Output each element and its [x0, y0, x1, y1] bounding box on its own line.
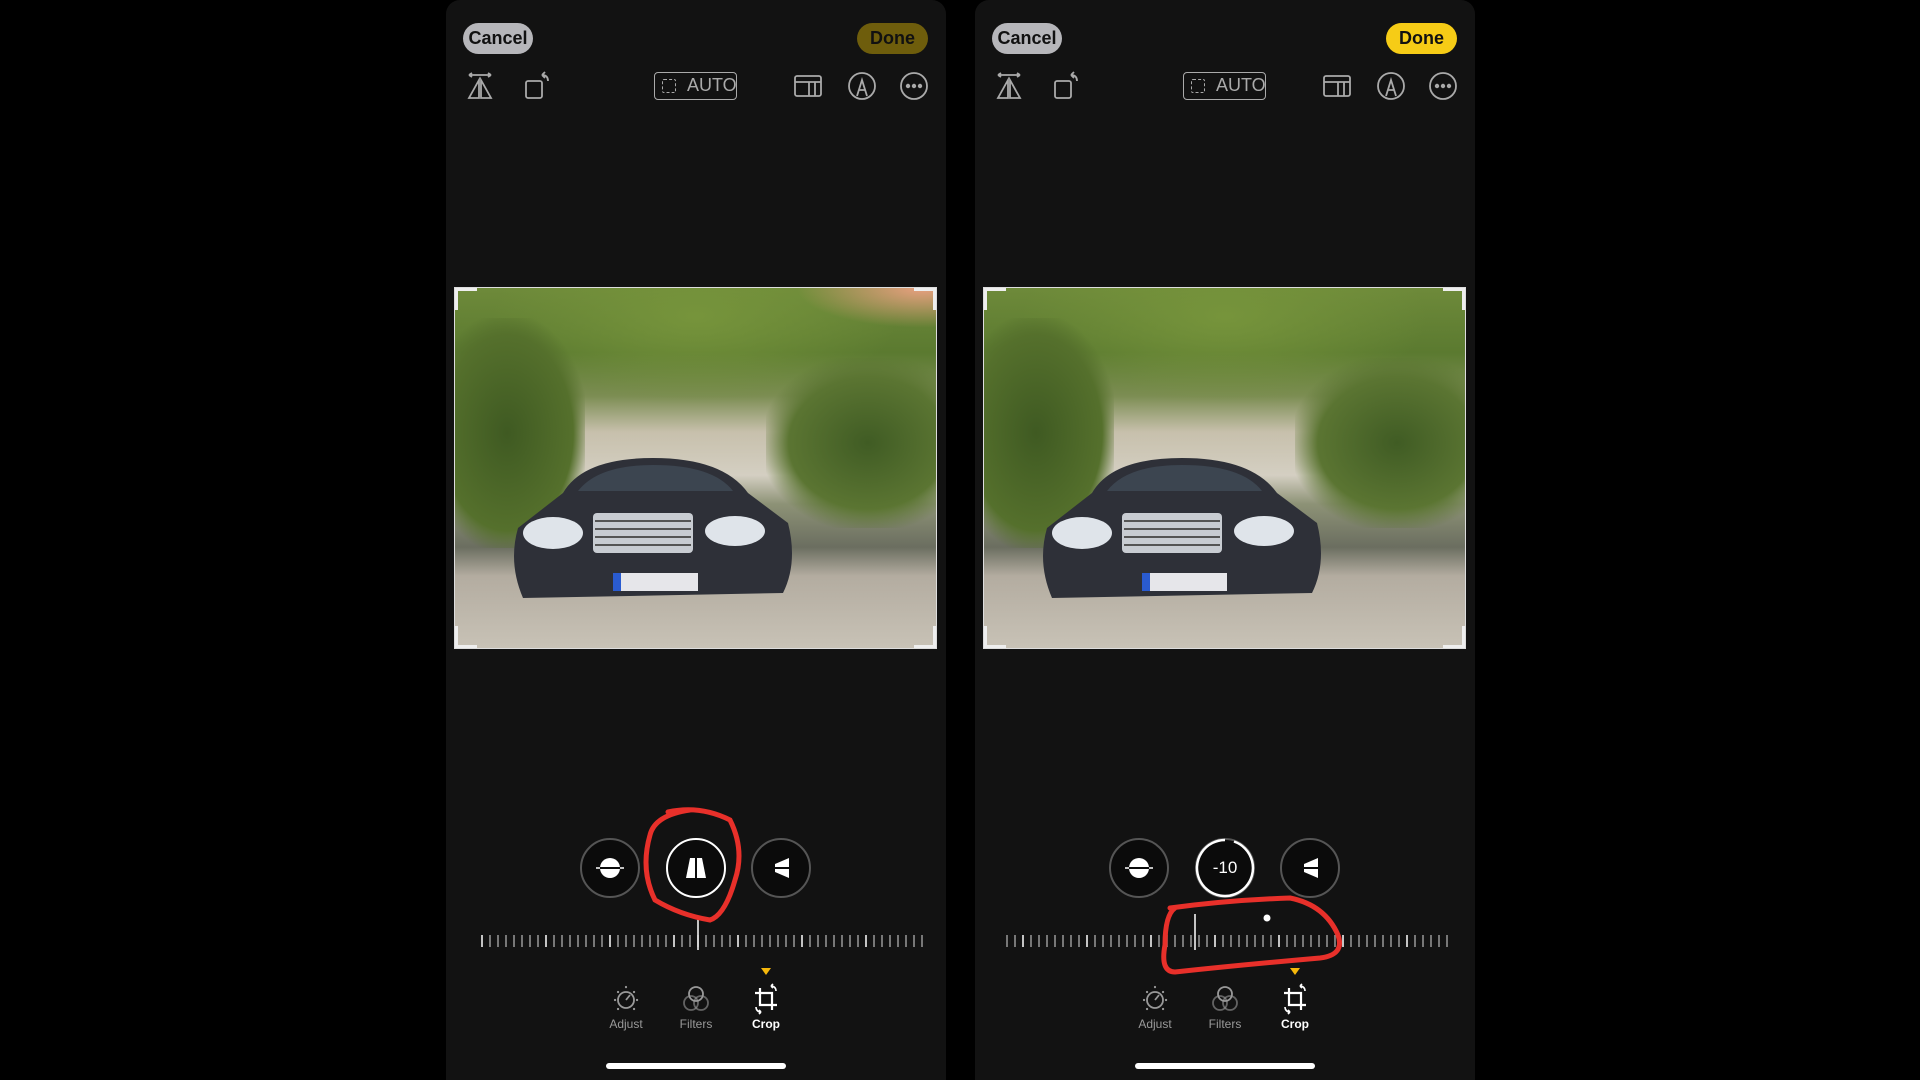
photo-car — [514, 458, 792, 598]
cancel-button[interactable]: Cancel — [992, 23, 1062, 54]
photo-crop-area[interactable] — [983, 287, 1466, 649]
vertical-perspective-button[interactable]: -10 — [1195, 838, 1255, 898]
slider-origin-dot — [1263, 914, 1271, 922]
auto-straighten-icon — [662, 79, 676, 93]
adjustment-slider[interactable] — [1006, 914, 1448, 950]
auto-straighten-button[interactable]: AUTO — [1183, 72, 1266, 100]
tab-label: Adjust — [1138, 1017, 1172, 1031]
tab-crop[interactable]: Crop — [731, 983, 801, 1031]
red-annotations — [643, 807, 1342, 975]
flip-horizontal-icon[interactable] — [464, 70, 496, 102]
vertical-perspective-button[interactable] — [666, 838, 726, 898]
done-button[interactable]: Done — [1386, 23, 1457, 54]
active-tab-indicator — [761, 968, 771, 975]
adjust-icon — [1142, 985, 1168, 1011]
photo-editor-before: Cancel Done AUTO Adjust Filters Crop — [446, 0, 946, 1080]
tab-adjust[interactable]: Adjust — [1120, 983, 1190, 1031]
cancel-button[interactable]: Cancel — [463, 23, 533, 54]
more-icon[interactable] — [1427, 70, 1459, 102]
tab-label: Crop — [752, 1017, 780, 1031]
crop-icon — [755, 983, 777, 1015]
auto-straighten-icon — [1191, 79, 1205, 93]
active-tab-indicator — [1290, 968, 1300, 975]
horizontal-perspective-icon — [769, 858, 793, 878]
horizontal-perspective-icon — [1298, 858, 1322, 878]
more-icon[interactable] — [898, 70, 930, 102]
aspect-ratio-icon[interactable] — [792, 70, 824, 102]
flip-horizontal-icon[interactable] — [993, 70, 1025, 102]
straighten-icon — [1125, 858, 1153, 878]
straighten-button[interactable] — [1109, 838, 1169, 898]
value-arc — [1195, 838, 1255, 898]
straighten-button[interactable] — [580, 838, 640, 898]
vertical-perspective-icon — [686, 856, 706, 880]
markup-icon[interactable] — [1375, 70, 1407, 102]
home-indicator — [606, 1063, 786, 1069]
photo-editor-after: Cancel Done AUTO -10 Adjust Filters Crop — [975, 0, 1475, 1080]
filters-icon — [683, 986, 709, 1011]
tab-adjust[interactable]: Adjust — [591, 983, 661, 1031]
markup-icon[interactable] — [846, 70, 878, 102]
crop-icon — [1284, 983, 1306, 1015]
horizontal-perspective-button[interactable] — [751, 838, 811, 898]
auto-label: AUTO — [1216, 75, 1266, 95]
auto-straighten-button[interactable]: AUTO — [654, 72, 737, 100]
filters-icon — [1212, 986, 1238, 1011]
tab-crop[interactable]: Crop — [1260, 983, 1330, 1031]
auto-label: AUTO — [687, 75, 737, 95]
rotate-icon[interactable] — [1051, 70, 1083, 102]
photo-crop-area[interactable] — [454, 287, 937, 649]
photo-car — [1043, 458, 1321, 598]
tab-label: Adjust — [609, 1017, 643, 1031]
rotate-icon[interactable] — [522, 70, 554, 102]
home-indicator — [1135, 1063, 1315, 1069]
tab-label: Crop — [1281, 1017, 1309, 1031]
aspect-ratio-icon[interactable] — [1321, 70, 1353, 102]
tab-filters[interactable]: Filters — [661, 983, 731, 1031]
adjust-icon — [613, 985, 639, 1011]
adjustment-slider[interactable] — [478, 918, 923, 950]
straighten-icon — [596, 858, 624, 878]
tab-label: Filters — [1208, 1017, 1242, 1031]
tab-label: Filters — [679, 1017, 713, 1031]
tab-filters[interactable]: Filters — [1190, 983, 1260, 1031]
done-button[interactable]: Done — [857, 23, 928, 54]
horizontal-perspective-button[interactable] — [1280, 838, 1340, 898]
